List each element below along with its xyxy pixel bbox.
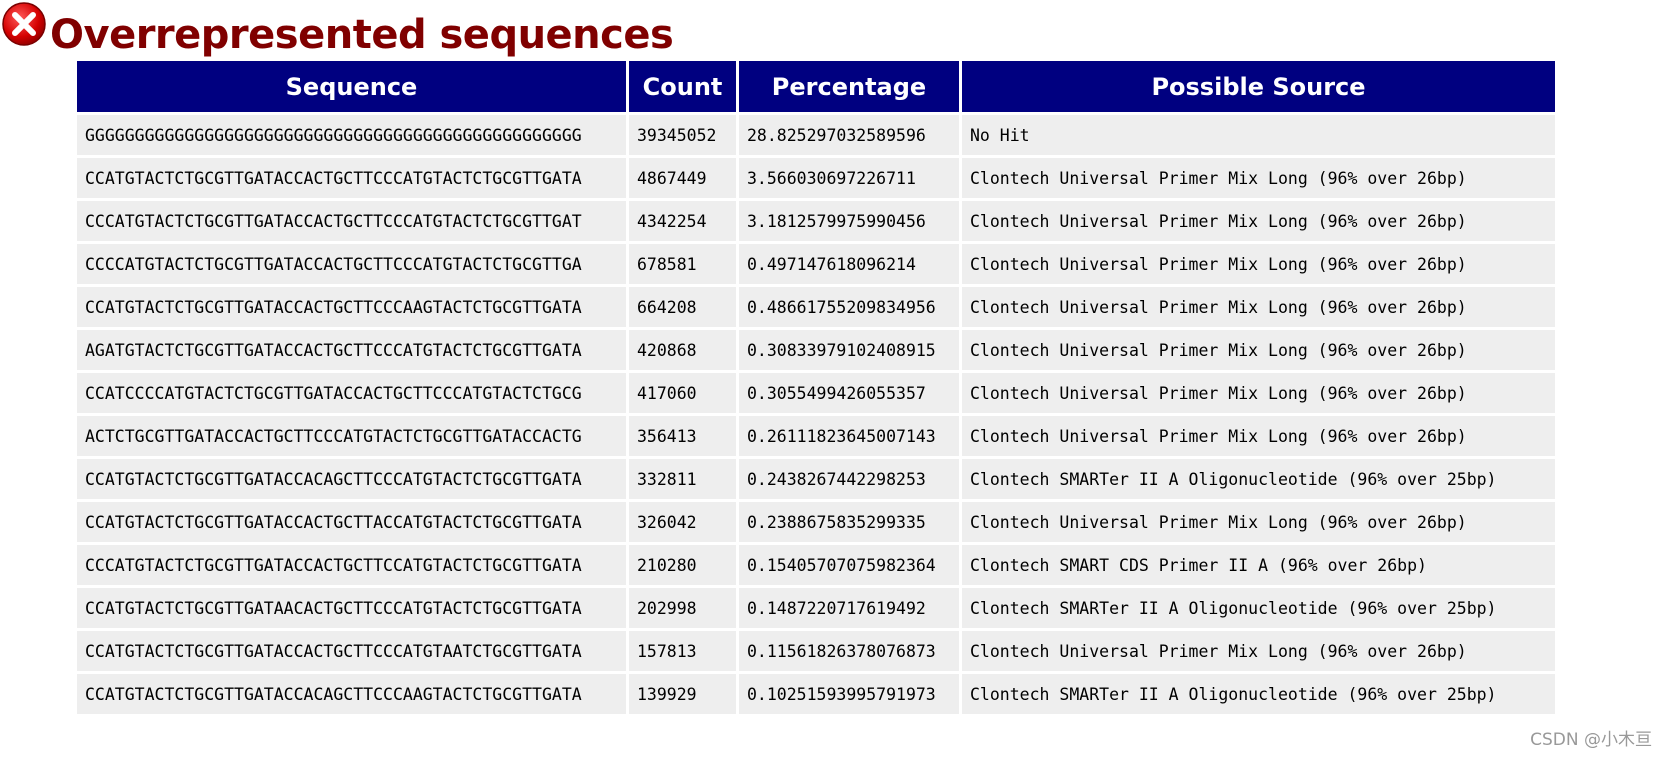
cell-count: 4342254 — [629, 201, 736, 241]
table-row: CCATGTACTCTGCGTTGATACCACTGCTTCCCATGTACTC… — [77, 158, 1555, 198]
cell-sequence: CCATGTACTCTGCGTTGATAACACTGCTTCCCATGTACTC… — [77, 588, 626, 628]
cell-count: 326042 — [629, 502, 736, 542]
cell-possible-source: Clontech Universal Primer Mix Long (96% … — [962, 330, 1555, 370]
cell-possible-source: Clontech Universal Primer Mix Long (96% … — [962, 631, 1555, 671]
cell-percentage: 0.1487220717619492 — [739, 588, 959, 628]
cell-percentage: 0.3055499426055357 — [739, 373, 959, 413]
table-row: AGATGTACTCTGCGTTGATACCACTGCTTCCCATGTACTC… — [77, 330, 1555, 370]
cell-percentage: 0.2388675835299335 — [739, 502, 959, 542]
cell-possible-source: Clontech Universal Primer Mix Long (96% … — [962, 502, 1555, 542]
cell-count: 678581 — [629, 244, 736, 284]
cell-sequence: CCATGTACTCTGCGTTGATACCACTGCTTCCCAAGTACTC… — [77, 287, 626, 327]
overrepresented-sequences-table: Sequence Count Percentage Possible Sourc… — [77, 61, 1555, 714]
header-possible-source: Possible Source — [962, 61, 1555, 112]
cell-sequence: AGATGTACTCTGCGTTGATACCACTGCTTCCCATGTACTC… — [77, 330, 626, 370]
cell-sequence: CCCATGTACTCTGCGTTGATACCACTGCTTCCCATGTACT… — [77, 201, 626, 241]
cell-possible-source: Clontech SMARTer II A Oligonucleotide (9… — [962, 674, 1555, 714]
cell-percentage: 0.15405707075982364 — [739, 545, 959, 585]
cell-possible-source: Clontech Universal Primer Mix Long (96% … — [962, 373, 1555, 413]
page-title: Overrepresented sequences — [50, 12, 674, 58]
cell-sequence: CCCATGTACTCTGCGTTGATACCACTGCTTCCATGTACTC… — [77, 545, 626, 585]
table-row: CCATGTACTCTGCGTTGATACCACTGCTTACCATGTACTC… — [77, 502, 1555, 542]
cell-percentage: 0.11561826378076873 — [739, 631, 959, 671]
cell-sequence: CCCCATGTACTCTGCGTTGATACCACTGCTTCCCATGTAC… — [77, 244, 626, 284]
table-row: CCATGTACTCTGCGTTGATACCACTGCTTCCCAAGTACTC… — [77, 287, 1555, 327]
error-cross-icon — [2, 2, 46, 46]
watermark: CSDN @小木亘 — [1530, 730, 1652, 750]
cell-sequence: CCATGTACTCTGCGTTGATACCACTGCTTCCCATGTAATC… — [77, 631, 626, 671]
cell-possible-source: Clontech SMARTer II A Oligonucleotide (9… — [962, 588, 1555, 628]
cell-possible-source: Clontech Universal Primer Mix Long (96% … — [962, 158, 1555, 198]
cell-sequence: CCATGTACTCTGCGTTGATACCACTGCTTCCCATGTACTC… — [77, 158, 626, 198]
cell-percentage: 0.497147618096214 — [739, 244, 959, 284]
cell-count: 139929 — [629, 674, 736, 714]
table-row: CCATGTACTCTGCGTTGATACCACAGCTTCCCATGTACTC… — [77, 459, 1555, 499]
cell-sequence: CCATGTACTCTGCGTTGATACCACTGCTTACCATGTACTC… — [77, 502, 626, 542]
cell-percentage: 28.825297032589596 — [739, 115, 959, 155]
cell-sequence: CCATGTACTCTGCGTTGATACCACAGCTTCCCATGTACTC… — [77, 459, 626, 499]
cell-percentage: 0.2438267442298253 — [739, 459, 959, 499]
cell-possible-source: Clontech Universal Primer Mix Long (96% … — [962, 244, 1555, 284]
cell-possible-source: Clontech Universal Primer Mix Long (96% … — [962, 201, 1555, 241]
table-row: CCATGTACTCTGCGTTGATACCACAGCTTCCCAAGTACTC… — [77, 674, 1555, 714]
header-count: Count — [629, 61, 736, 112]
table-header-row: Sequence Count Percentage Possible Sourc… — [77, 61, 1555, 112]
table-row: ACTCTGCGTTGATACCACTGCTTCCCATGTACTCTGCGTT… — [77, 416, 1555, 456]
cell-count: 420868 — [629, 330, 736, 370]
cell-count: 417060 — [629, 373, 736, 413]
table-row: GGGGGGGGGGGGGGGGGGGGGGGGGGGGGGGGGGGGGGGG… — [77, 115, 1555, 155]
cell-percentage: 0.10251593995791973 — [739, 674, 959, 714]
cell-possible-source: Clontech SMARTer II A Oligonucleotide (9… — [962, 459, 1555, 499]
cell-count: 39345052 — [629, 115, 736, 155]
cell-sequence: ACTCTGCGTTGATACCACTGCTTCCCATGTACTCTGCGTT… — [77, 416, 626, 456]
table-row: CCCATGTACTCTGCGTTGATACCACTGCTTCCCATGTACT… — [77, 201, 1555, 241]
cell-possible-source: Clontech Universal Primer Mix Long (96% … — [962, 416, 1555, 456]
cell-percentage: 3.1812579975990456 — [739, 201, 959, 241]
table-row: CCCATGTACTCTGCGTTGATACCACTGCTTCCATGTACTC… — [77, 545, 1555, 585]
cell-possible-source: No Hit — [962, 115, 1555, 155]
cell-possible-source: Clontech Universal Primer Mix Long (96% … — [962, 287, 1555, 327]
cell-sequence: CCATCCCCATGTACTCTGCGTTGATACCACTGCTTCCCAT… — [77, 373, 626, 413]
cell-count: 332811 — [629, 459, 736, 499]
table-row: CCATGTACTCTGCGTTGATAACACTGCTTCCCATGTACTC… — [77, 588, 1555, 628]
cell-percentage: 3.566030697226711 — [739, 158, 959, 198]
table-row: CCATGTACTCTGCGTTGATACCACTGCTTCCCATGTAATC… — [77, 631, 1555, 671]
cell-count: 157813 — [629, 631, 736, 671]
header-percentage: Percentage — [739, 61, 959, 112]
table-row: CCATCCCCATGTACTCTGCGTTGATACCACTGCTTCCCAT… — [77, 373, 1555, 413]
cell-count: 4867449 — [629, 158, 736, 198]
cell-percentage: 0.30833979102408915 — [739, 330, 959, 370]
cell-percentage: 0.48661755209834956 — [739, 287, 959, 327]
cell-possible-source: Clontech SMART CDS Primer II A (96% over… — [962, 545, 1555, 585]
cell-percentage: 0.26111823645007143 — [739, 416, 959, 456]
cell-count: 210280 — [629, 545, 736, 585]
header-sequence: Sequence — [77, 61, 626, 112]
cell-sequence: CCATGTACTCTGCGTTGATACCACAGCTTCCCAAGTACTC… — [77, 674, 626, 714]
cell-count: 356413 — [629, 416, 736, 456]
cell-count: 202998 — [629, 588, 736, 628]
cell-count: 664208 — [629, 287, 736, 327]
table-row: CCCCATGTACTCTGCGTTGATACCACTGCTTCCCATGTAC… — [77, 244, 1555, 284]
cell-sequence: GGGGGGGGGGGGGGGGGGGGGGGGGGGGGGGGGGGGGGGG… — [77, 115, 626, 155]
